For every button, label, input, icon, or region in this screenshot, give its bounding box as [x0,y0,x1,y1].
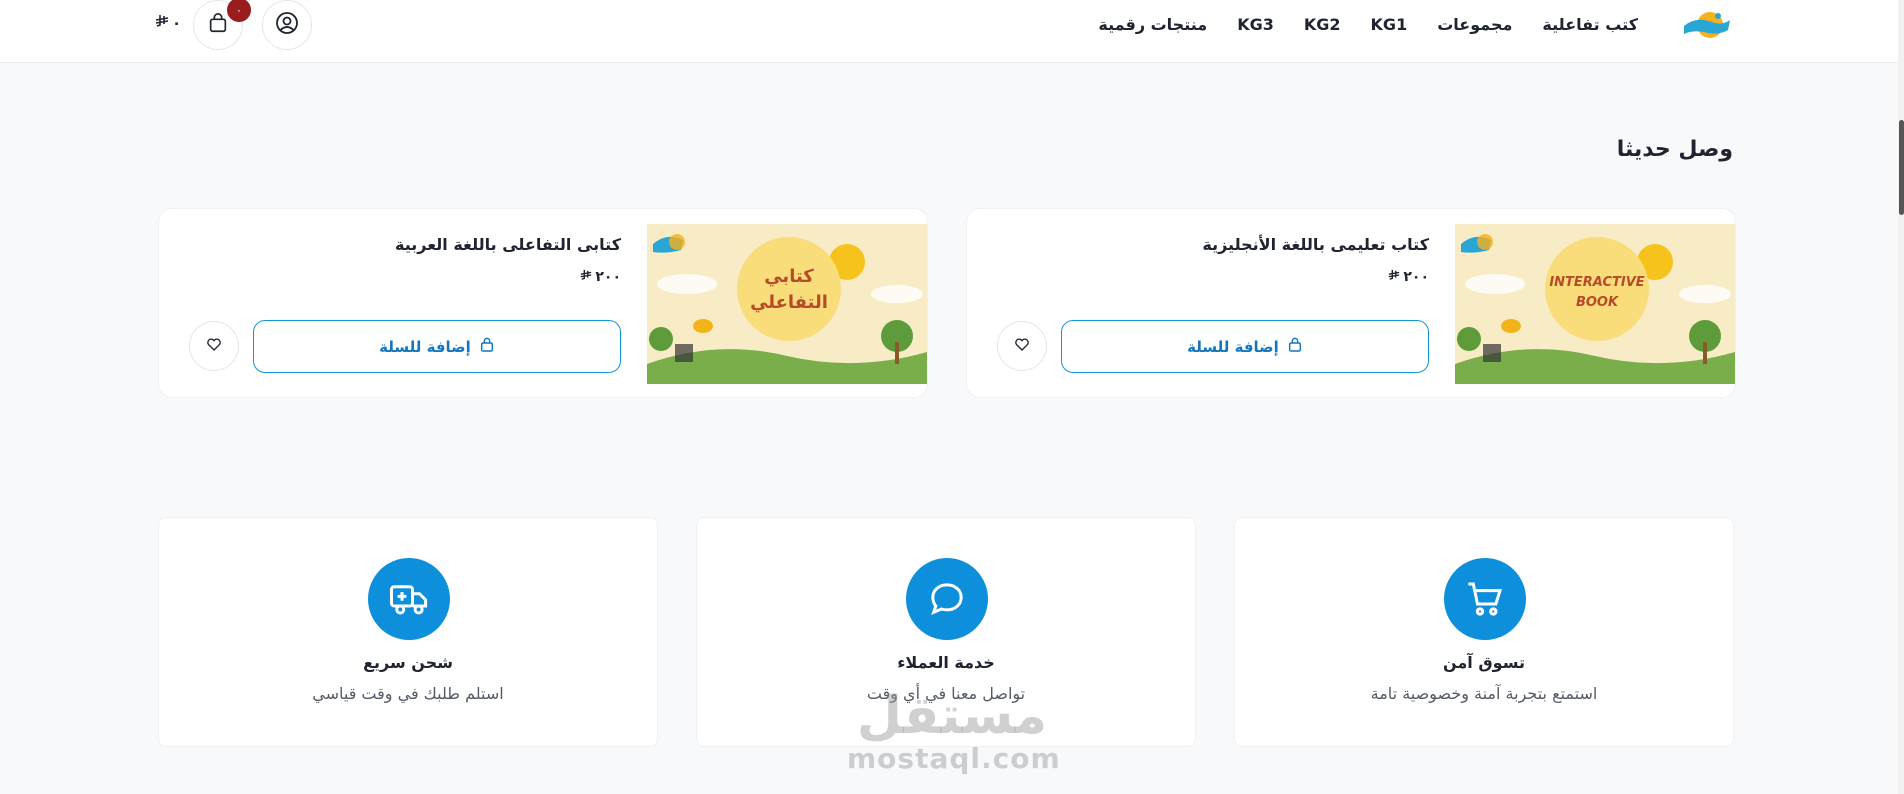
feature-subtitle: استمتع بتجربة آمنة وخصوصية تامة [1370,684,1598,703]
riyal-icon [580,269,592,285]
scrollbar-thumb[interactable] [1899,120,1904,215]
feature-subtitle: تواصل معنا في أي وقت [866,684,1026,703]
chat-icon [906,558,988,640]
nav-kg2[interactable]: KG2 [1304,15,1341,34]
nav-interactive-books[interactable]: كتب تفاعلية [1542,15,1638,34]
product-name[interactable]: كتاب تعليمى باللغة الأنجليزية [1202,235,1429,254]
cover-text-line1: كتابي [764,266,814,287]
account-button[interactable] [262,0,312,50]
price-value: ٢٠٠ [1403,269,1429,285]
riyal-icon [1388,269,1400,285]
shopping-bag-icon [479,337,495,357]
add-to-cart-button[interactable]: إضافة للسلة [1061,320,1429,373]
feature-secure-shopping: تسوق آمن استمتع بتجربة آمنة وخصوصية تامة [1234,517,1734,747]
product-card[interactable]: كتابي التفاعلي كتابى التفاعلى باللغة الع… [158,208,928,398]
truck-icon [368,558,450,640]
product-price: ٢٠٠ [580,269,621,285]
price-value: ٢٠٠ [595,269,621,285]
user-icon [275,11,299,39]
feature-title: خدمة العملاء [897,653,995,672]
add-to-cart-label: إضافة للسلة [379,337,471,356]
wishlist-button[interactable] [997,321,1047,371]
cover-text-line2: التفاعلي [750,292,828,313]
cart-count-badge: ٠ [227,0,251,22]
shopping-bag-icon [207,12,229,38]
nav-collections[interactable]: مجموعات [1437,15,1512,34]
riyal-icon [155,14,169,32]
section-title: وصل حديثا [1616,137,1733,162]
cover-text-line1: INTERACTIVE [1549,275,1644,290]
main-nav: كتب تفاعلية مجموعات KG1 KG2 KG3 منتجات ر… [1098,12,1638,36]
feature-fast-shipping: شحن سريع استلم طلبك في وقت قياسي [158,517,658,747]
nav-kg3[interactable]: KG3 [1237,15,1274,34]
add-to-cart-button[interactable]: إضافة للسلة [253,320,621,373]
product-name[interactable]: كتابى التفاعلى باللغة العربية [395,235,621,254]
heart-icon [205,335,223,357]
heart-icon [1013,335,1031,357]
cover-text-line2: BOOK [1576,295,1619,310]
scrollbar[interactable] [1898,0,1904,794]
product-image[interactable]: INTERACTIVE BOOK [1455,224,1735,384]
nav-digital-products[interactable]: منتجات رقمية [1098,15,1207,34]
site-header: كتب تفاعلية مجموعات KG1 KG2 KG3 منتجات ر… [0,0,1898,63]
nav-kg1[interactable]: KG1 [1371,15,1408,34]
product-price: ٢٠٠ [1388,269,1429,285]
product-card[interactable]: INTERACTIVE BOOK كتاب تعليمى باللغة الأن… [966,208,1736,398]
feature-customer-service: خدمة العملاء تواصل معنا في أي وقت [696,517,1196,747]
cart-total: ٠ [155,14,181,32]
wishlist-button[interactable] [189,321,239,371]
feature-title: شحن سريع [363,653,453,672]
cart-icon [1444,558,1526,640]
shopping-bag-icon [1287,337,1303,357]
cart-total-value: ٠ [172,14,182,32]
add-to-cart-label: إضافة للسلة [1187,337,1279,356]
feature-title: تسوق آمن [1443,653,1525,672]
product-image[interactable]: كتابي التفاعلي [647,224,927,384]
feature-subtitle: استلم طلبك في وقت قياسي [312,684,504,703]
site-logo[interactable] [1682,8,1732,42]
